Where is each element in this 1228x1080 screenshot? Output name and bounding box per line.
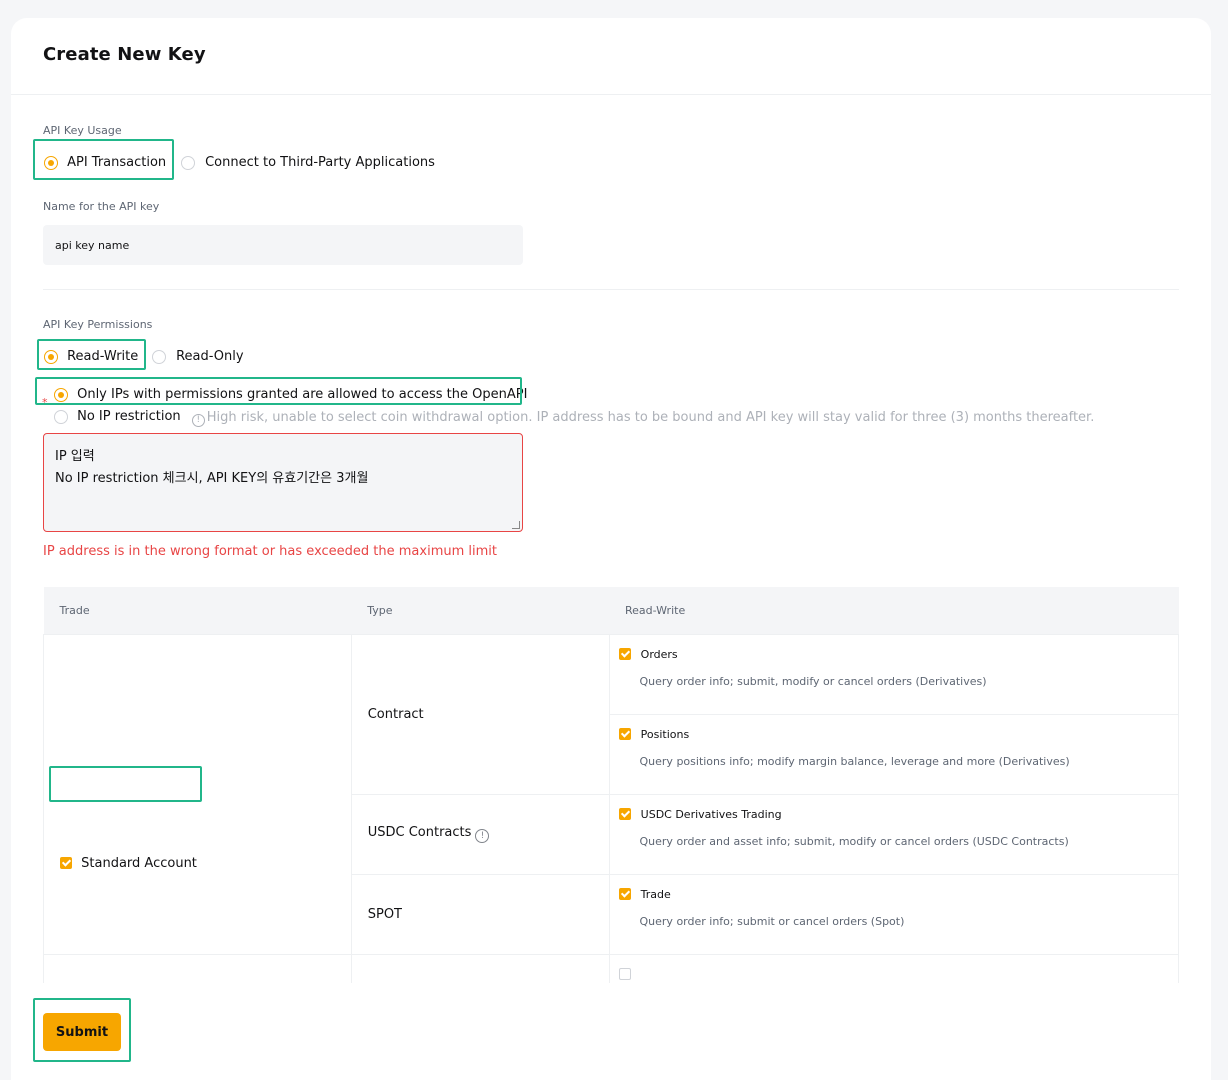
permission-positions-checkbox[interactable]: Positions bbox=[618, 727, 1178, 742]
permission-spot-trade-checkbox[interactable]: Trade bbox=[618, 887, 1178, 902]
usage-label: API Key Usage bbox=[43, 124, 122, 137]
permission-description: Query order and asset info; submit, modi… bbox=[639, 834, 1069, 848]
risk-hint: ! High risk, unable to select coin withdr… bbox=[191, 410, 1095, 427]
create-key-card: Create New Key API Key Usage API Transac… bbox=[11, 18, 1211, 1080]
permission-description: Query order info; submit, modify or canc… bbox=[639, 674, 987, 688]
column-header: Trade bbox=[43, 587, 352, 634]
ip-option-unrestricted[interactable]: No IP restriction ! High risk, unable to … bbox=[54, 406, 1094, 427]
footer-area bbox=[11, 983, 1211, 1080]
permission-usdc-trading-checkbox[interactable]: USDC Derivatives Trading bbox=[618, 807, 1178, 822]
type-cell: USDC Contracts! bbox=[350, 793, 610, 875]
permissions-label: API Key Permissions bbox=[43, 318, 153, 331]
table-header-row: Trade Type Read-Write bbox=[43, 587, 1179, 634]
permission-cell: USDC Derivatives Trading Query order and… bbox=[608, 793, 1180, 875]
ip-textarea-line: No IP restriction 체크시, API KEY의 유효기간은 3개… bbox=[55, 471, 369, 486]
permission-option-label: Read-Only bbox=[176, 349, 244, 364]
type-cell: Contract bbox=[350, 633, 610, 795]
usage-option-label: Connect to Third-Party Applications bbox=[205, 155, 435, 170]
column-header: Read-Write bbox=[609, 587, 1179, 634]
permission-name: Positions bbox=[640, 727, 690, 741]
name-label: Name for the API key bbox=[43, 200, 160, 213]
radio-unselected-icon[interactable] bbox=[54, 409, 68, 424]
risk-hint-text: High risk, unable to select coin withdra… bbox=[206, 410, 1095, 425]
permission-name: Trade bbox=[640, 887, 671, 901]
highlight-box bbox=[49, 766, 202, 802]
info-icon[interactable]: ! bbox=[475, 829, 490, 843]
radio-unselected-icon[interactable] bbox=[181, 155, 195, 170]
standard-account-checkbox[interactable]: Standard Account bbox=[60, 856, 351, 871]
api-key-name-input[interactable] bbox=[43, 225, 523, 265]
ip-textarea-line: IP 입력 bbox=[55, 449, 95, 464]
checkbox-checked-icon[interactable] bbox=[618, 808, 631, 820]
permission-name: USDC Derivatives Trading bbox=[640, 807, 782, 821]
permission-description: Query positions info; modify margin bala… bbox=[639, 754, 1070, 768]
highlight-box bbox=[33, 139, 174, 180]
divider bbox=[43, 289, 1179, 290]
ip-option-label: No IP restriction bbox=[77, 409, 181, 424]
column-header: Type bbox=[351, 587, 610, 634]
ip-error-message: IP address is in the wrong format or has… bbox=[43, 544, 498, 559]
permissions-table: Trade Type Read-Write Standard Account C… bbox=[43, 587, 1180, 1035]
permission-cell: Positions Query positions info; modify m… bbox=[608, 713, 1180, 795]
info-icon: ! bbox=[191, 414, 205, 427]
checkbox-checked-icon[interactable] bbox=[618, 888, 631, 900]
table-row: Standard Account Contract Orders Query o… bbox=[43, 633, 1180, 955]
permission-cell: Trade Query order info; submit or cancel… bbox=[608, 873, 1180, 955]
account-label: Standard Account bbox=[81, 855, 197, 871]
permission-cell: Orders Query order info; submit, modify … bbox=[608, 633, 1180, 715]
card-header: Create New Key bbox=[11, 18, 1211, 95]
ip-address-textarea[interactable]: IP 입력 No IP restriction 체크시, API KEY의 유효… bbox=[43, 433, 523, 532]
checkbox-checked-icon[interactable] bbox=[618, 728, 631, 740]
checkbox-checked-icon[interactable] bbox=[60, 857, 72, 869]
page-title: Create New Key bbox=[43, 44, 206, 65]
permission-orders-checkbox[interactable]: Orders bbox=[618, 647, 1178, 662]
permission-option-read-only[interactable]: Read-Only bbox=[152, 346, 244, 365]
resize-handle-icon[interactable] bbox=[512, 521, 520, 529]
highlight-box bbox=[35, 377, 522, 405]
checkbox-unchecked-icon[interactable] bbox=[618, 968, 631, 980]
type-cell: SPOT bbox=[350, 873, 610, 955]
permission-description: Query order info; submit or cancel order… bbox=[639, 914, 905, 928]
type-label: USDC Contracts bbox=[367, 825, 472, 840]
permission-name: Orders bbox=[640, 647, 678, 661]
highlight-box bbox=[33, 998, 131, 1062]
checkbox-checked-icon[interactable] bbox=[618, 648, 631, 660]
radio-unselected-icon[interactable] bbox=[152, 349, 166, 364]
highlight-box bbox=[37, 339, 146, 370]
usage-option-third-party[interactable]: Connect to Third-Party Applications bbox=[181, 152, 435, 171]
